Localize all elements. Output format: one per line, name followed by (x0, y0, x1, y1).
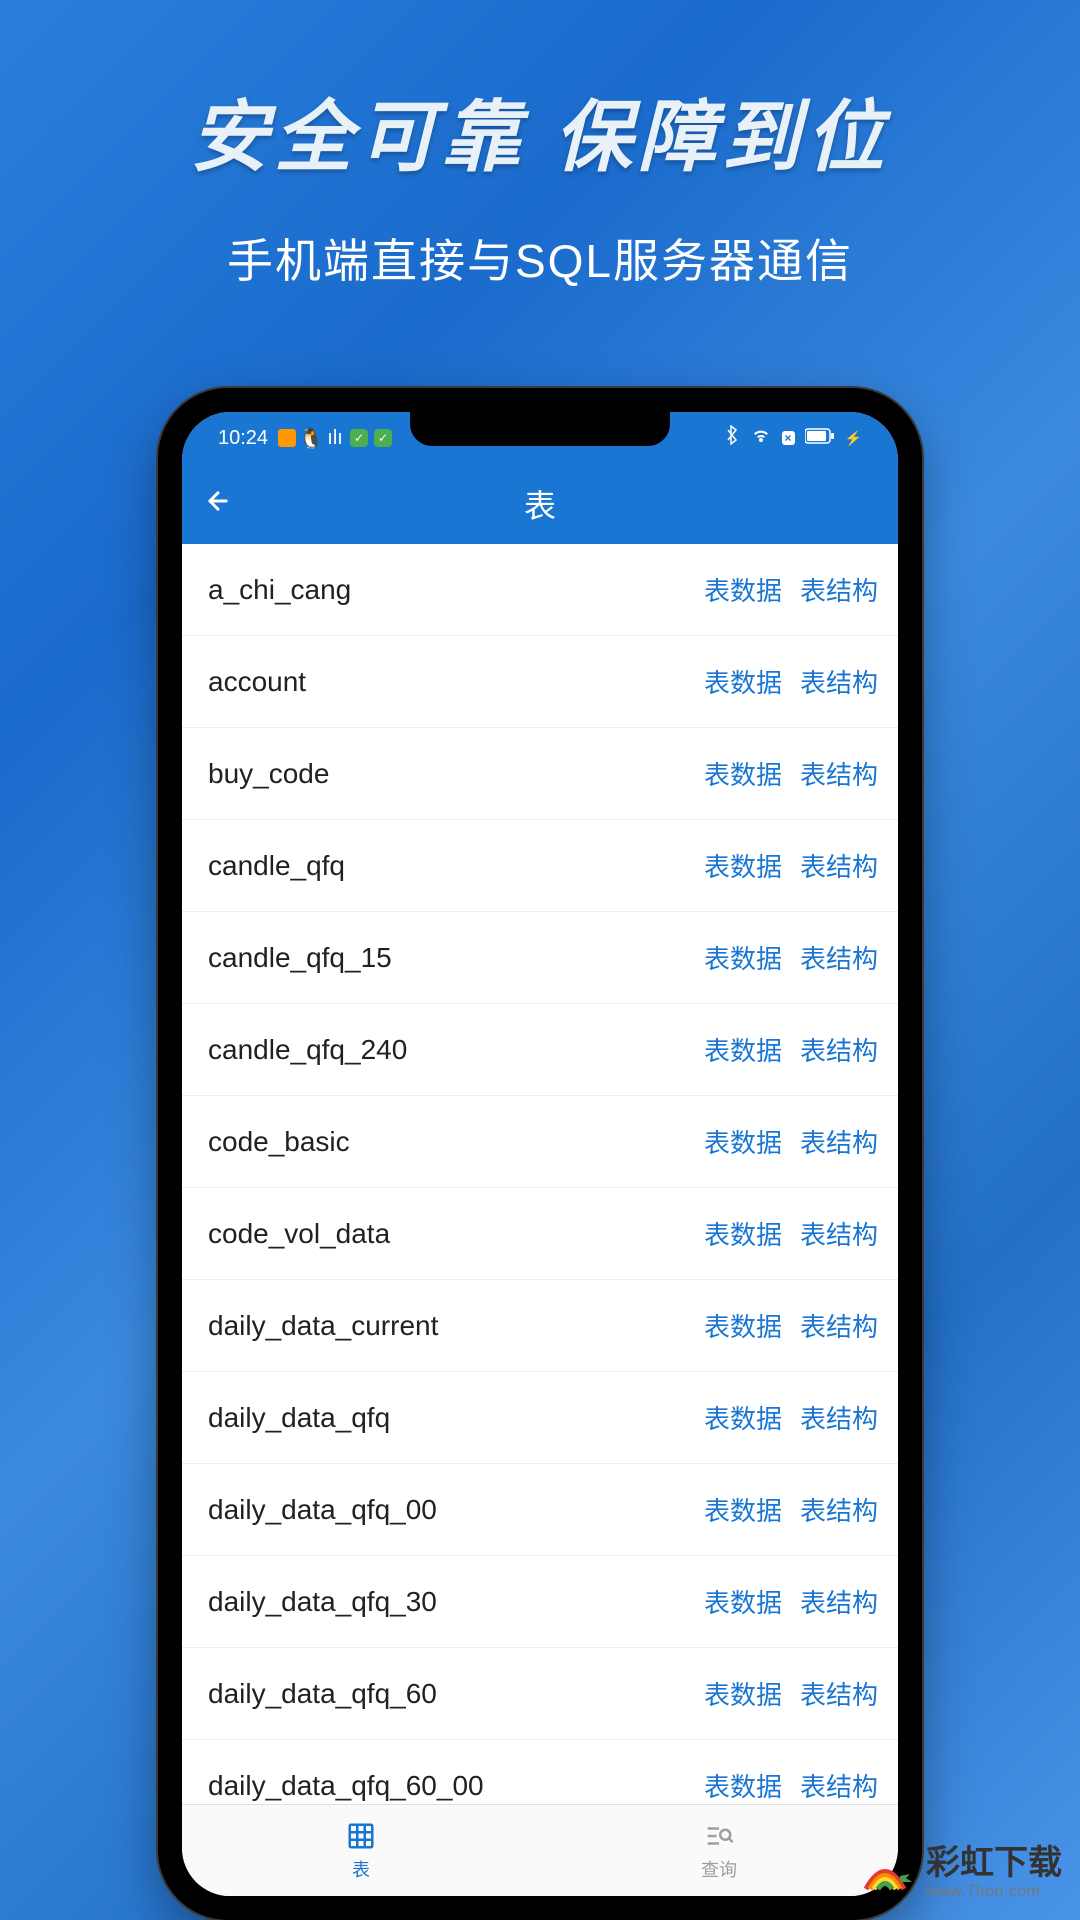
table-data-button[interactable]: 表数据 (704, 1583, 782, 1620)
table-name: candle_qfq_15 (208, 942, 704, 974)
table-row: a_chi_cang表数据表结构 (182, 544, 898, 636)
table-schema-button[interactable]: 表结构 (800, 1215, 878, 1252)
back-button[interactable] (204, 485, 232, 524)
table-row: daily_data_current表数据表结构 (182, 1280, 898, 1372)
table-data-button[interactable]: 表数据 (704, 1307, 782, 1344)
table-name: daily_data_qfq_00 (208, 1494, 704, 1526)
status-signal-icon: ılı (326, 429, 344, 447)
watermark-url: www.7hon.com (926, 1883, 1062, 1901)
status-shield-icon: ✓ (350, 429, 368, 447)
table-schema-button[interactable]: 表结构 (800, 663, 878, 700)
table-row: daily_data_qfq_60_00表数据表结构 (182, 1740, 898, 1804)
nav-tables-label: 表 (352, 1856, 370, 1882)
table-schema-button[interactable]: 表结构 (800, 1031, 878, 1068)
table-schema-button[interactable]: 表结构 (800, 939, 878, 976)
status-app-icon (278, 429, 296, 447)
table-row: account表数据表结构 (182, 636, 898, 728)
table-schema-button[interactable]: 表结构 (800, 1767, 878, 1804)
table-name: code_basic (208, 1126, 704, 1158)
table-name: daily_data_current (208, 1310, 704, 1342)
table-row: buy_code表数据表结构 (182, 728, 898, 820)
table-data-button[interactable]: 表数据 (704, 1123, 782, 1160)
nav-query-label: 查询 (701, 1856, 737, 1882)
table-data-button[interactable]: 表数据 (704, 571, 782, 608)
table-schema-button[interactable]: 表结构 (800, 1123, 878, 1160)
table-schema-button[interactable]: 表结构 (800, 1307, 878, 1344)
table-row: daily_data_qfq_60表数据表结构 (182, 1648, 898, 1740)
table-row: candle_qfq_15表数据表结构 (182, 912, 898, 1004)
charging-icon: ⚡ (845, 430, 862, 447)
table-row: code_vol_data表数据表结构 (182, 1188, 898, 1280)
table-name: a_chi_cang (208, 574, 704, 606)
watermark: 彩虹下载 www.7hon.com (856, 1844, 1062, 1902)
status-badge-icon: × (782, 431, 795, 445)
bluetooth-icon (724, 425, 740, 451)
bottom-nav: 表 查询 (182, 1804, 898, 1896)
table-name: buy_code (208, 758, 704, 790)
promo-heading: 安全可靠 保障到位 (0, 0, 1080, 187)
rainbow-logo-icon (856, 1844, 914, 1902)
table-row: daily_data_qfq_30表数据表结构 (182, 1556, 898, 1648)
table-schema-button[interactable]: 表结构 (800, 571, 878, 608)
table-row: daily_data_qfq_00表数据表结构 (182, 1464, 898, 1556)
phone-mockup: 10:24 🐧 ılı ✓ ✓ (158, 388, 922, 1920)
table-row: daily_data_qfq表数据表结构 (182, 1372, 898, 1464)
nav-tables[interactable]: 表 (182, 1805, 540, 1896)
table-name: account (208, 666, 704, 698)
table-schema-button[interactable]: 表结构 (800, 1583, 878, 1620)
table-name: daily_data_qfq_60 (208, 1678, 704, 1710)
battery-icon (805, 427, 835, 450)
table-row: code_basic表数据表结构 (182, 1096, 898, 1188)
table-data-button[interactable]: 表数据 (704, 755, 782, 792)
table-row: candle_qfq_240表数据表结构 (182, 1004, 898, 1096)
table-data-button[interactable]: 表数据 (704, 939, 782, 976)
grid-icon (344, 1819, 378, 1853)
table-row: candle_qfq表数据表结构 (182, 820, 898, 912)
watermark-title: 彩虹下载 (926, 1844, 1062, 1883)
page-title: 表 (524, 481, 556, 527)
table-schema-button[interactable]: 表结构 (800, 1399, 878, 1436)
wifi-icon (750, 426, 772, 450)
search-list-icon (702, 1819, 736, 1853)
table-data-button[interactable]: 表数据 (704, 1675, 782, 1712)
phone-notch (410, 412, 670, 446)
status-time: 10:24 (218, 427, 268, 450)
table-name: daily_data_qfq (208, 1402, 704, 1434)
table-schema-button[interactable]: 表结构 (800, 755, 878, 792)
table-name: candle_qfq_240 (208, 1034, 704, 1066)
status-qq-icon: 🐧 (302, 429, 320, 447)
table-schema-button[interactable]: 表结构 (800, 847, 878, 884)
table-schema-button[interactable]: 表结构 (800, 1675, 878, 1712)
table-data-button[interactable]: 表数据 (704, 1215, 782, 1252)
table-name: code_vol_data (208, 1218, 704, 1250)
promo-subtitle: 手机端直接与SQL服务器通信 (0, 225, 1080, 291)
nav-query[interactable]: 查询 (540, 1805, 898, 1896)
status-shield2-icon: ✓ (374, 429, 392, 447)
table-data-button[interactable]: 表数据 (704, 663, 782, 700)
table-data-button[interactable]: 表数据 (704, 1031, 782, 1068)
table-list: a_chi_cang表数据表结构account表数据表结构buy_code表数据… (182, 544, 898, 1804)
table-name: daily_data_qfq_60_00 (208, 1770, 704, 1802)
table-name: candle_qfq (208, 850, 704, 882)
table-data-button[interactable]: 表数据 (704, 1767, 782, 1804)
table-data-button[interactable]: 表数据 (704, 847, 782, 884)
table-data-button[interactable]: 表数据 (704, 1491, 782, 1528)
table-name: daily_data_qfq_30 (208, 1586, 704, 1618)
app-header: 表 (182, 464, 898, 544)
table-data-button[interactable]: 表数据 (704, 1399, 782, 1436)
table-schema-button[interactable]: 表结构 (800, 1491, 878, 1528)
